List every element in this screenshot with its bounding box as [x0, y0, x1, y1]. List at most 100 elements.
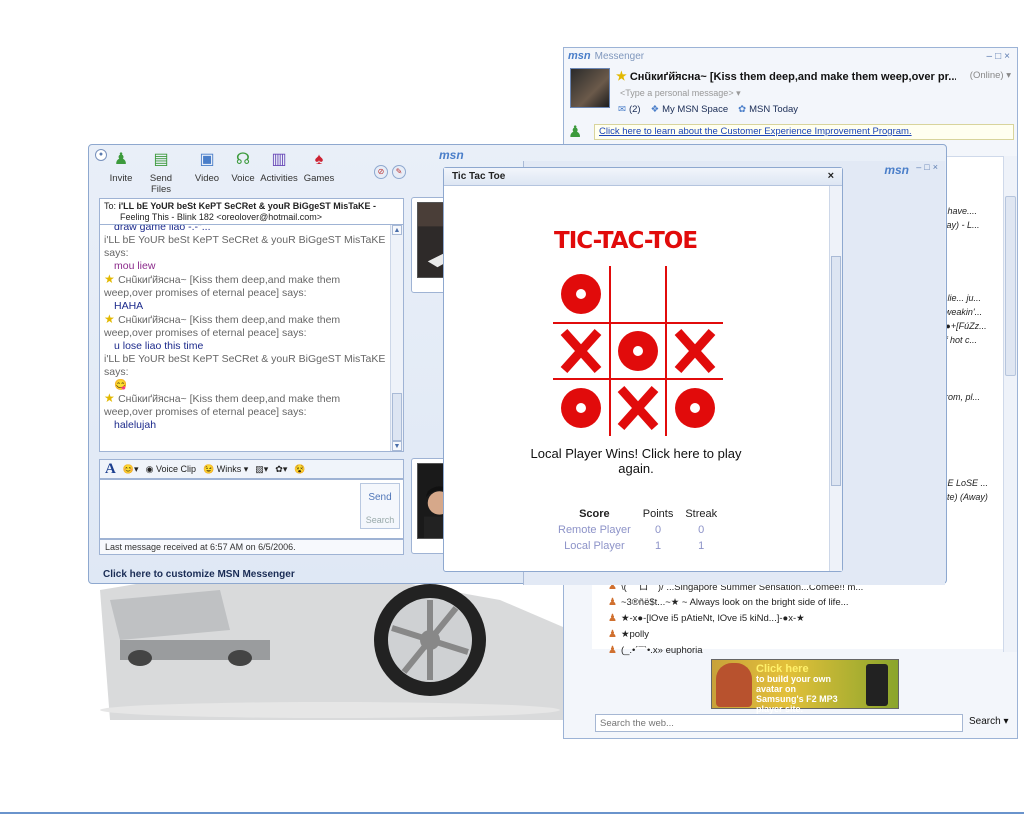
window-title: Messenger	[594, 50, 645, 62]
games-button[interactable]: ♠ Games	[297, 149, 341, 184]
nudge-button[interactable]: 😵	[294, 464, 305, 475]
player-streak: 1	[698, 540, 705, 552]
user-display-name[interactable]: ★ Cнũкиґй̈ясна~ [Kiss them deep,and make…	[616, 69, 956, 83]
search-button[interactable]: Search	[361, 515, 399, 525]
person-icon: ♟	[608, 644, 617, 656]
player-points: 0	[654, 524, 662, 536]
tic-tac-toe-window: Tic Tac Toe × TIC-TAC-TOE Local Player W…	[443, 167, 843, 572]
conversation-mini-buttons: ⊘ ✎	[374, 165, 406, 179]
voice-clip-button[interactable]: ◉ Voice Clip	[146, 464, 196, 475]
send-button[interactable]: Send	[361, 492, 399, 503]
recipient-subtitle: Feeling This - Blink 182 <oreolover@hotm…	[120, 212, 323, 222]
info-bar-link[interactable]: Click here to learn about the Customer E…	[594, 124, 1014, 140]
star-icon: ★	[104, 391, 119, 405]
o-mark-center	[633, 346, 643, 356]
window-controls[interactable]: –□×	[987, 51, 1013, 62]
x-mark	[560, 328, 602, 374]
visible-contacts: ♟ \( ゜ロ゜)/ ...Singapore Summer Sensation.…	[608, 578, 1004, 658]
close-icon[interactable]: ×	[828, 170, 834, 182]
send-button-group: Send Search	[360, 483, 400, 529]
activities-button[interactable]: ▥ Activities	[257, 149, 301, 184]
invite-button[interactable]: ♟ Invite	[99, 149, 143, 184]
user-avatar[interactable]	[570, 68, 610, 108]
emoticon-button[interactable]: 😊▾	[123, 464, 139, 475]
msn-logo: msn	[439, 148, 464, 162]
ad-text: Click here to build your own avatar on Sa…	[756, 663, 838, 715]
last-message-status: Last message received at 6:57 AM on 6/5/…	[99, 539, 404, 555]
header-links: ✉ (2) ❖ My MSN Space ✿ MSN Today	[618, 104, 798, 115]
pen-icon[interactable]: ✎	[392, 165, 406, 179]
person-icon: ♟	[608, 596, 617, 608]
scrollbar-thumb[interactable]	[1005, 196, 1016, 376]
o-mark-center	[690, 403, 700, 413]
wink-icon: 😉	[202, 463, 215, 474]
message-sender: i'LL bE YoUR beSt KePT SeCRet & youR BiG…	[104, 353, 386, 378]
score-header: Score	[579, 508, 610, 520]
contact-item[interactable]: ♟ ~3®ñë$t...~★ ~ Always look on the brigh…	[608, 594, 1004, 610]
invite-icon: ♟	[113, 151, 129, 168]
customize-link[interactable]: Click here to customize MSN Messenger	[103, 569, 295, 580]
partial-text: mE LoSE ...	[940, 478, 989, 488]
chat-scrollbar[interactable]: ▲ ▼	[390, 225, 403, 451]
background-button[interactable]: ▨▾	[255, 464, 268, 475]
scroll-up-icon[interactable]: ▲	[392, 225, 402, 235]
message-input[interactable]	[99, 479, 404, 539]
winks-button[interactable]: 😉 Winks ▾	[203, 464, 248, 475]
chat-history: draw game liao -.-"... i'LL bE YoUR beSt …	[99, 224, 404, 452]
partial-text: orom, pl...	[940, 392, 981, 402]
o-mark-center	[576, 403, 586, 413]
star-icon: ★	[104, 312, 119, 326]
contact-item[interactable]: ♟ ★polly	[608, 626, 1004, 642]
star-icon: ★	[104, 272, 119, 286]
message-body: HAHA	[114, 300, 144, 312]
games-icon: ♠	[314, 151, 324, 168]
my-space-link[interactable]: ❖ My MSN Space	[651, 104, 729, 115]
activity-scrollbar[interactable]	[829, 186, 842, 571]
send-files-button[interactable]: ▤ Send Files	[139, 149, 183, 195]
butterfly-icon: ✿	[738, 104, 747, 115]
status-dropdown[interactable]: (Online) ▾	[970, 70, 1011, 81]
personal-message-field[interactable]: <Type a personal message> ▾	[620, 88, 741, 99]
message-body: halelujah	[114, 419, 157, 431]
contact-item[interactable]: ♟ ★-x●-[lOve i5 pAtieNt, lOve i5 kiNd...]…	[608, 610, 1004, 626]
message-sender: ★ Cнũкиґй̈ясна~ [Kiss them deep,and make…	[104, 272, 341, 300]
desktop-car-wallpaper	[100, 578, 570, 720]
msn-logo: msn	[884, 163, 909, 177]
gift-button[interactable]: ✿▾	[275, 464, 287, 475]
player-points: 1	[654, 540, 662, 552]
contact-window-titlebar[interactable]: msn Messenger –□×	[564, 48, 1017, 64]
star-icon: ★	[616, 69, 627, 83]
web-search-button[interactable]: Search ▾	[969, 716, 1008, 727]
scrollbar-thumb[interactable]	[392, 393, 402, 441]
points-header: Points	[642, 508, 674, 520]
msn-today-link[interactable]: ✿ MSN Today	[738, 104, 798, 115]
message-body: u lose liao this time	[114, 340, 204, 352]
contact-item[interactable]: ♟ (_.•´¯`•.x» euphoria	[608, 642, 1004, 658]
message-body: draw game liao -.-"...	[114, 224, 211, 233]
emoticon-icon: 😋	[114, 379, 128, 391]
block-icon[interactable]: ⊘	[374, 165, 388, 179]
table-row: Remote Player 0 0	[552, 522, 723, 538]
partial-text: u.have....	[940, 206, 978, 216]
web-search-input[interactable]	[595, 714, 963, 732]
scrollbar-thumb[interactable]	[831, 256, 841, 486]
voice-icon: ☊	[235, 151, 251, 168]
game-result-message[interactable]: Local Player Wins! Click here to play ag…	[514, 446, 758, 476]
mail-link[interactable]: ✉ (2)	[618, 104, 641, 115]
scroll-down-icon[interactable]: ▼	[392, 441, 402, 451]
contact-list-scrollbar[interactable]	[1003, 156, 1017, 652]
message-body: mou liew	[114, 260, 156, 272]
partial-text: ●●+[FúZz...	[940, 321, 987, 331]
game-board[interactable]	[553, 266, 723, 436]
player-name: Remote Player	[558, 524, 631, 536]
conversation-to-header: To: i'LL bE YoUR beSt KePT SeCRet & youR…	[99, 198, 404, 224]
font-icon[interactable]: A	[105, 461, 116, 478]
message-sender: ★ Cнũкиґй̈ясна~ [Kiss them deep,and make…	[104, 391, 341, 419]
msn-logo: msn	[568, 50, 591, 62]
samsung-ad-banner[interactable]: Click here to build your own avatar on Sa…	[711, 659, 899, 714]
microphone-icon: ◉	[145, 463, 154, 474]
window-controls[interactable]: –□×	[916, 162, 941, 172]
game-logo: TIC-TAC-TOE	[554, 228, 698, 254]
taskbar-edge	[0, 812, 1024, 814]
partial-text: a lie... ju...	[940, 293, 982, 303]
